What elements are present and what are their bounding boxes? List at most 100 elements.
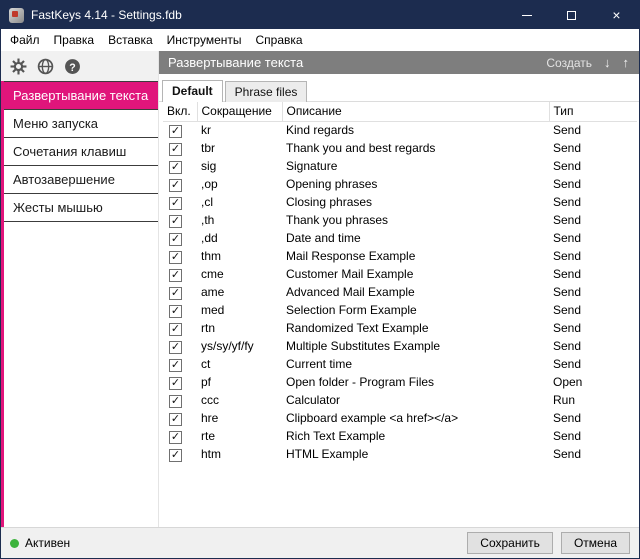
titlebar: FastKeys 4.14 - Settings.fdb × xyxy=(1,1,639,29)
enabled-checkbox[interactable]: ✓ xyxy=(169,377,182,390)
enabled-checkbox[interactable]: ✓ xyxy=(169,305,182,318)
sidebar-items: Развертывание текста Меню запуска Сочета… xyxy=(1,81,158,222)
table-row[interactable]: ✓ ,th Thank you phrases Send xyxy=(163,211,637,229)
enabled-cell: ✓ xyxy=(163,373,197,391)
table-row[interactable]: ✓ cme Customer Mail Example Send xyxy=(163,265,637,283)
tab-phrase-files[interactable]: Phrase files xyxy=(225,81,308,102)
column-header-description[interactable]: Описание xyxy=(282,102,549,121)
enabled-checkbox[interactable]: ✓ xyxy=(169,341,182,354)
menu-insert[interactable]: Вставка xyxy=(101,30,160,50)
enabled-checkbox[interactable]: ✓ xyxy=(169,323,182,336)
cancel-button[interactable]: Отмена xyxy=(561,532,630,554)
enabled-checkbox[interactable]: ✓ xyxy=(169,449,182,462)
table-body: ✓ kr Kind regards Send ✓ tbr Thank you a… xyxy=(163,121,637,463)
table-row[interactable]: ✓ ct Current time Send xyxy=(163,355,637,373)
enabled-cell: ✓ xyxy=(163,193,197,211)
table-row[interactable]: ✓ kr Kind regards Send xyxy=(163,121,637,139)
enabled-checkbox[interactable]: ✓ xyxy=(169,251,182,264)
language-button[interactable] xyxy=(35,56,55,76)
menu-help[interactable]: Справка xyxy=(249,30,310,50)
table-row[interactable]: ✓ hre Clipboard example <a href></a> Sen… xyxy=(163,409,637,427)
tab-default[interactable]: Default xyxy=(162,80,223,102)
table-row[interactable]: ✓ ame Advanced Mail Example Send xyxy=(163,283,637,301)
minimize-button[interactable] xyxy=(504,1,549,29)
column-header-abbreviation[interactable]: Сокращение xyxy=(197,102,282,121)
menu-tools[interactable]: Инструменты xyxy=(160,30,249,50)
statusbar: Активен Сохранить Отмена xyxy=(1,527,639,558)
enabled-cell: ✓ xyxy=(163,229,197,247)
sidebar-item-label: Автозавершение xyxy=(13,172,115,187)
type-cell: Send xyxy=(549,301,637,319)
enabled-checkbox[interactable]: ✓ xyxy=(169,395,182,408)
table-row[interactable]: ✓ ,dd Date and time Send xyxy=(163,229,637,247)
enabled-checkbox[interactable]: ✓ xyxy=(169,179,182,192)
table-row[interactable]: ✓ htm HTML Example Send xyxy=(163,445,637,463)
sidebar-item-mouse-gestures[interactable]: Жесты мышью xyxy=(1,194,158,222)
settings-button[interactable] xyxy=(8,56,28,76)
table-row[interactable]: ✓ ccc Calculator Run xyxy=(163,391,637,409)
description-cell: Selection Form Example xyxy=(282,301,549,319)
table-row[interactable]: ✓ rtn Randomized Text Example Send xyxy=(163,319,637,337)
table-row[interactable]: ✓ tbr Thank you and best regards Send xyxy=(163,139,637,157)
description-cell: Current time xyxy=(282,355,549,373)
sidebar-item-shortcuts[interactable]: Сочетания клавиш xyxy=(1,138,158,166)
move-up-icon[interactable]: ↑ xyxy=(623,55,630,70)
enabled-checkbox[interactable]: ✓ xyxy=(169,359,182,372)
column-header-enabled[interactable]: Вкл. xyxy=(163,102,197,121)
type-cell: Send xyxy=(549,409,637,427)
sidebar-item-autocomplete[interactable]: Автозавершение xyxy=(1,166,158,194)
maximize-button[interactable] xyxy=(549,1,594,29)
enabled-checkbox[interactable]: ✓ xyxy=(169,197,182,210)
window-controls: × xyxy=(504,1,639,29)
enabled-checkbox[interactable]: ✓ xyxy=(169,269,182,282)
description-cell: Randomized Text Example xyxy=(282,319,549,337)
type-cell: Send xyxy=(549,445,637,463)
create-button[interactable]: Создать xyxy=(546,56,592,70)
description-cell: Signature xyxy=(282,157,549,175)
close-button[interactable]: × xyxy=(594,1,639,29)
enabled-checkbox[interactable]: ✓ xyxy=(169,143,182,156)
enabled-checkbox[interactable]: ✓ xyxy=(169,125,182,138)
sidebar-item-start-menu[interactable]: Меню запуска xyxy=(1,110,158,138)
abbreviation-cell: ys/sy/yf/fy xyxy=(197,337,282,355)
column-header-type[interactable]: Тип xyxy=(549,102,637,121)
enabled-checkbox[interactable]: ✓ xyxy=(169,287,182,300)
abbreviation-cell: sig xyxy=(197,157,282,175)
maximize-icon xyxy=(567,11,576,20)
enabled-cell: ✓ xyxy=(163,175,197,193)
enabled-checkbox[interactable]: ✓ xyxy=(169,215,182,228)
enabled-checkbox[interactable]: ✓ xyxy=(169,431,182,444)
table-row[interactable]: ✓ med Selection Form Example Send xyxy=(163,301,637,319)
app-window: FastKeys 4.14 - Settings.fdb × Файл Прав… xyxy=(0,0,640,559)
menu-edit[interactable]: Правка xyxy=(47,30,102,50)
move-down-icon[interactable]: ↓ xyxy=(604,55,611,70)
help-button[interactable]: ? xyxy=(62,56,82,76)
table-row[interactable]: ✓ pf Open folder - Program Files Open xyxy=(163,373,637,391)
save-button[interactable]: Сохранить xyxy=(467,532,553,554)
abbreviation-cell: ,cl xyxy=(197,193,282,211)
enabled-checkbox[interactable]: ✓ xyxy=(169,413,182,426)
tab-bar: Default Phrase files xyxy=(159,74,639,102)
table-row[interactable]: ✓ sig Signature Send xyxy=(163,157,637,175)
table-row[interactable]: ✓ rte Rich Text Example Send xyxy=(163,427,637,445)
enabled-checkbox[interactable]: ✓ xyxy=(169,233,182,246)
abbreviation-cell: ,dd xyxy=(197,229,282,247)
statusbar-buttons: Сохранить Отмена xyxy=(467,532,630,554)
description-cell: Mail Response Example xyxy=(282,247,549,265)
gear-icon xyxy=(10,58,27,75)
table-row[interactable]: ✓ ,op Opening phrases Send xyxy=(163,175,637,193)
app-icon xyxy=(9,8,24,23)
table-row[interactable]: ✓ ,cl Closing phrases Send xyxy=(163,193,637,211)
type-cell: Send xyxy=(549,427,637,445)
table-row[interactable]: ✓ thm Mail Response Example Send xyxy=(163,247,637,265)
svg-text:?: ? xyxy=(69,61,75,73)
enabled-checkbox[interactable]: ✓ xyxy=(169,161,182,174)
table-row[interactable]: ✓ ys/sy/yf/fy Multiple Substitutes Examp… xyxy=(163,337,637,355)
menu-file[interactable]: Файл xyxy=(3,30,47,50)
sidebar-toolbar: ? xyxy=(1,51,158,81)
abbreviation-cell: rte xyxy=(197,427,282,445)
abbreviation-cell: thm xyxy=(197,247,282,265)
type-cell: Send xyxy=(549,193,637,211)
type-cell: Send xyxy=(549,121,637,139)
sidebar-item-text-expansion[interactable]: Развертывание текста xyxy=(1,82,158,110)
